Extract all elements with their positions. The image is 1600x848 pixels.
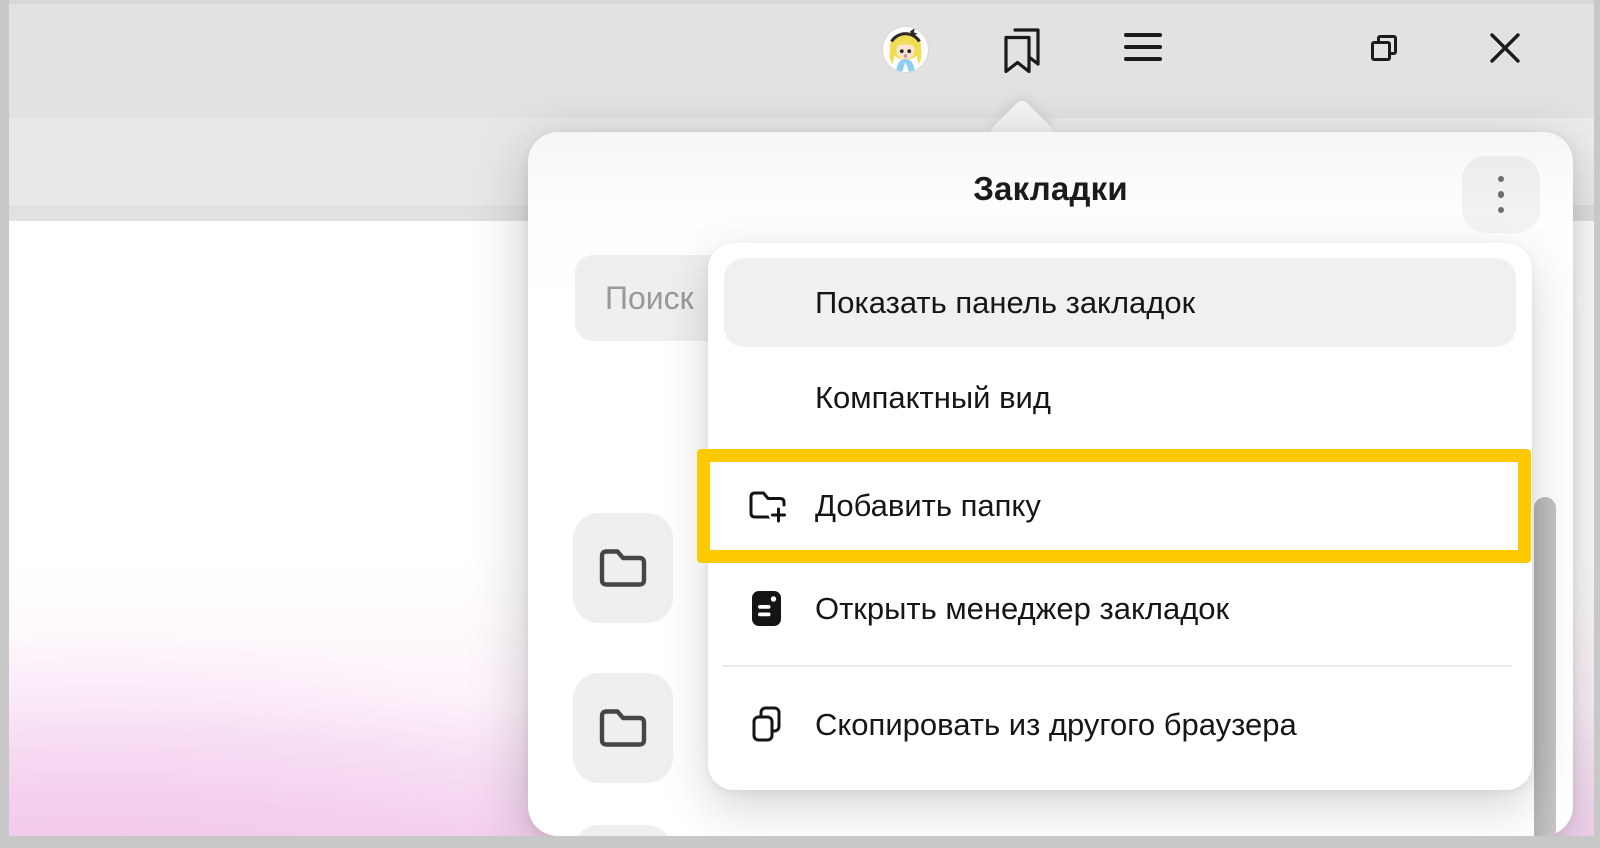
window-border-bottom — [0, 836, 1600, 848]
restore-button[interactable] — [1369, 33, 1399, 63]
menu-icon — [1124, 33, 1162, 37]
menu-item-open-bookmarks-manager[interactable]: Открыть менеджер закладок — [708, 563, 1532, 655]
bookmark-folder-tile[interactable] — [573, 513, 673, 623]
bookmarks-context-menu: Показать панель закладок Компактный вид … — [708, 243, 1532, 790]
bookmarks-button[interactable] — [1000, 26, 1044, 73]
window-border-left — [0, 0, 9, 848]
close-icon — [1489, 32, 1521, 64]
popup-scrollbar-thumb[interactable] — [1534, 497, 1556, 836]
kebab-menu-icon — [1498, 176, 1505, 183]
browser-menu-button[interactable] — [1124, 33, 1162, 63]
browser-window: Закладки Показать панель закладок — [0, 0, 1600, 848]
bookmarks-icon — [1000, 26, 1044, 73]
restore-icon — [1369, 33, 1399, 63]
menu-divider — [722, 665, 1512, 667]
alice-avatar-icon — [883, 27, 928, 72]
menu-item-label: Добавить папку — [815, 488, 1041, 524]
menu-item-compact-view[interactable]: Компактный вид — [724, 347, 1516, 448]
window-border-right — [1594, 0, 1600, 848]
menu-item-show-bookmarks-bar[interactable]: Показать панель закладок — [724, 258, 1516, 347]
profile-avatar[interactable] — [883, 27, 928, 72]
menu-item-copy-from-other-browser[interactable]: Скопировать из другого браузера — [708, 675, 1532, 775]
menu-item-label: Компактный вид — [815, 380, 1051, 416]
folder-icon — [596, 545, 650, 591]
folder-add-icon — [746, 484, 788, 528]
popup-title: Закладки — [528, 166, 1573, 212]
close-button[interactable] — [1489, 32, 1521, 64]
titlebar — [0, 4, 1600, 118]
menu-item-label: Показать панель закладок — [815, 285, 1195, 321]
popup-options-button[interactable] — [1462, 156, 1540, 233]
bookmarks-manager-icon — [746, 587, 788, 631]
menu-item-label: Скопировать из другого браузера — [815, 707, 1297, 743]
bookmark-folder-tile[interactable] — [573, 825, 673, 836]
copy-from-browser-icon — [746, 703, 788, 747]
window-border-top — [0, 0, 1600, 4]
menu-item-add-folder[interactable]: Добавить папку — [708, 457, 1532, 555]
menu-item-label: Открыть менеджер закладок — [815, 591, 1229, 627]
bookmark-folder-tile[interactable] — [573, 673, 673, 783]
folder-icon — [596, 705, 650, 751]
